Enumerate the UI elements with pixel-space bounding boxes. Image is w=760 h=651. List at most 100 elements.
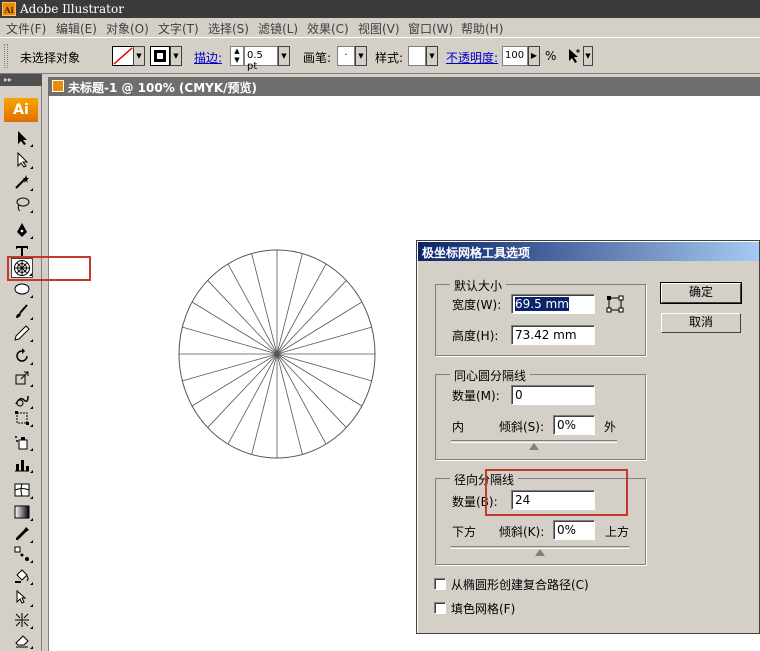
eyedropper-icon [16,527,29,540]
radial-divider-line [276,353,303,455]
brush-label: 画笔: [303,51,332,65]
stroke-dropdown[interactable]: ▼ [170,46,182,66]
live-paint-selection-tool[interactable] [11,588,33,608]
warp-tool[interactable] [11,390,33,410]
tools-panel-collapse[interactable]: ▸▸ [0,74,42,86]
lasso-tool[interactable] [11,194,33,214]
brush-input[interactable]: · [337,46,355,66]
stroke-weight-dropdown[interactable]: ▼ [278,46,290,66]
document-tab[interactable]: 未标题-1 @ 100% (CMYK/预览) [48,77,760,96]
menu-window[interactable]: 窗口(W) [408,20,453,37]
radial-divider-line [182,353,278,382]
stroke-swatch[interactable] [150,46,170,66]
radial-divider-line [191,353,278,407]
no-fill-icon [113,47,133,65]
width-input[interactable]: 69.5 mm [511,294,595,314]
slice-tool[interactable] [11,610,33,630]
menu-select[interactable]: 选择(S) [208,20,249,37]
concentric-count-input[interactable]: 0 [511,385,595,405]
radial-divider-line [276,353,372,382]
opacity-link[interactable]: 不透明度: [446,49,498,66]
opacity-input[interactable]: 100 [502,46,528,66]
radial-divider-line [276,353,327,445]
menu-edit[interactable]: 编辑(E) [56,20,97,37]
selection-tool[interactable] [11,128,33,148]
brush-dropdown[interactable]: ▼ [355,46,367,66]
style-swatch[interactable] [408,46,426,66]
fill-grid-label[interactable]: 填色网格(F) [451,600,515,617]
style-dropdown[interactable]: ▼ [426,46,438,66]
width-value: 69.5 mm [515,297,569,311]
live-paint-selection-icon [16,590,27,604]
polar-grid-artwork[interactable] [174,248,384,460]
menu-help[interactable]: 帮助(H) [461,20,503,37]
stroke-link[interactable]: 描边: [194,49,222,66]
polar-grid-options-dialog: 极坐标网格工具选项 默认大小 宽度(W): 69.5 mm 高度(H): 73.… [416,240,760,634]
opacity-dropdown[interactable]: ▶ [528,46,540,66]
live-paint-bucket-tool[interactable] [11,566,33,586]
concentric-legend: 同心圆分隔线 [450,367,531,384]
mesh-tool[interactable] [11,480,33,500]
scale-tool[interactable] [11,368,33,388]
select-similar-icon[interactable] [566,47,582,65]
tools-panel: ▸▸ Ai [0,74,42,651]
slice-icon [15,613,29,627]
gradient-tool[interactable] [11,502,33,522]
rotate-tool[interactable] [11,346,33,366]
fill-grid-checkbox[interactable] [434,602,446,614]
stroke-weight-input[interactable]: 0.5 pt [244,46,278,72]
compound-path-label[interactable]: 从椭圆形创建复合路径(C) [451,576,589,593]
eraser-tool[interactable] [11,630,33,650]
radial-skew-input[interactable]: 0% [553,520,595,540]
menu-file[interactable]: 文件(F) [6,20,46,37]
hollow-arrow-icon [17,152,29,168]
radial-divider-line [276,301,363,355]
free-transform-tool[interactable] [11,408,33,428]
radial-divider-line [251,253,278,355]
symbol-sprayer-tool[interactable] [11,432,33,452]
paintbrush-tool[interactable] [11,301,33,321]
menu-type[interactable]: 文字(T) [158,20,199,37]
compound-path-checkbox[interactable] [434,578,446,590]
window-title: Adobe Illustrator [20,2,124,16]
app-logo-icon: Ai [2,2,16,16]
concentric-skew-label: 倾斜(S): [499,420,545,434]
menu-object[interactable]: 对象(O) [106,20,149,37]
ok-button[interactable]: 确定 [660,282,742,304]
cancel-button[interactable]: 取消 [661,313,741,333]
magic-wand-tool[interactable] [11,172,33,192]
selection-status: 未选择对象 [20,51,81,65]
select-similar-dropdown[interactable]: ▼ [583,46,593,66]
menu-filter[interactable]: 滤镜(L) [258,20,298,37]
origin-locator-icon [606,295,624,313]
height-input[interactable]: 73.42 mm [511,325,595,345]
symbol-sprayer-icon [15,436,28,450]
pencil-tool[interactable] [11,323,33,343]
radial-divider-line [191,301,278,355]
mesh-icon [14,483,30,497]
concentric-inner-label: 内 [452,420,465,434]
rotate-icon [16,348,28,362]
warp-icon [15,395,29,407]
tool-highlight-box [7,256,91,281]
blend-tool[interactable] [11,544,33,564]
radial-divider-line [276,326,372,355]
origin-point-icon[interactable] [606,295,624,313]
fill-dropdown[interactable]: ▼ [133,46,145,66]
dialog-title: 极坐标网格工具选项 [418,242,759,261]
column-graph-tool[interactable] [11,454,33,474]
control-bar-grip[interactable] [4,44,8,68]
stroke-weight-stepper[interactable]: ▲ ▼ [230,46,244,66]
concentric-skew-input[interactable]: 0% [553,415,595,435]
direct-selection-tool[interactable] [11,150,33,170]
pen-nib-icon [17,223,27,237]
radial-skew-thumb[interactable] [535,549,545,556]
pen-tool[interactable] [11,220,33,240]
control-bar: 未选择对象 ▼ ▼ 描边: ▲ ▼ 0.5 pt ▼ 画笔: · ▼ 样式: ▼ … [0,37,760,74]
menu-effect[interactable]: 效果(C) [307,20,349,37]
fill-swatch[interactable] [112,46,134,66]
concentric-skew-thumb[interactable] [529,443,539,450]
ellipse-tool[interactable] [11,279,33,299]
eyedropper-tool[interactable] [11,524,33,544]
menu-view[interactable]: 视图(V) [358,20,400,37]
